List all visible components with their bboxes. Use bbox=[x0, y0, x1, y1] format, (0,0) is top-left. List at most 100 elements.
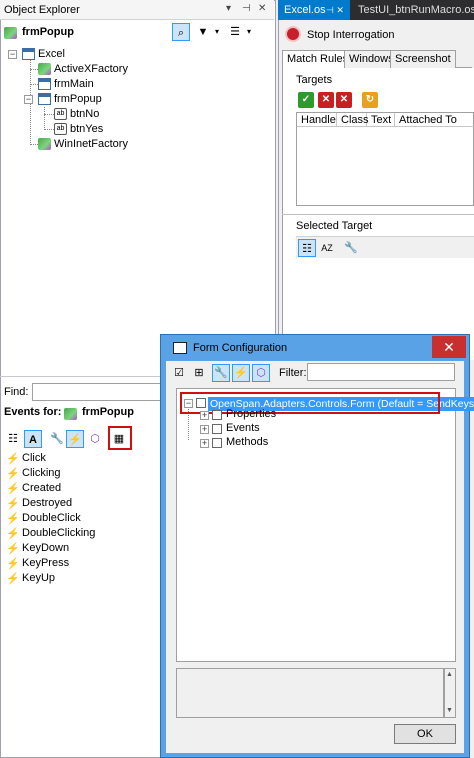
event-item[interactable]: ⚡ KeyDown bbox=[6, 542, 69, 557]
tab-label: TestUI_btnRunMacro.os* bbox=[358, 4, 474, 16]
expand-icon[interactable]: + bbox=[200, 411, 209, 420]
tree-node-btnno[interactable]: ab btnNo bbox=[52, 107, 252, 122]
collapse-icon[interactable]: − bbox=[8, 50, 17, 59]
column-header[interactable]: Handle bbox=[297, 113, 337, 127]
scroll-up-icon[interactable]: ▲ bbox=[446, 671, 453, 678]
column-header[interactable]: Text bbox=[367, 113, 395, 127]
events-toolbar: ☷ A 🔧 ⚡ ⬡ ▦ bbox=[4, 428, 164, 450]
event-item[interactable]: ⚡ Clicking bbox=[6, 467, 61, 482]
object-explorer-titlebar: Object Explorer ▾ ⊣ ✕ bbox=[0, 0, 274, 20]
scroll-down-icon[interactable]: ▼ bbox=[446, 707, 453, 714]
event-item[interactable]: ⚡ DoubleClick bbox=[6, 512, 81, 527]
object-explorer-header: frmPopup bbox=[22, 26, 74, 38]
ok-button[interactable]: OK bbox=[394, 724, 456, 744]
factory-icon bbox=[38, 138, 51, 150]
tree-node-frmpopup[interactable]: − frmPopup bbox=[22, 92, 222, 107]
expand-all-icon[interactable]: ⊞ bbox=[190, 364, 208, 382]
highlight-box bbox=[108, 426, 132, 450]
column-header[interactable]: Class bbox=[337, 113, 369, 127]
delete-icon[interactable]: ✕ bbox=[318, 92, 334, 108]
description-box bbox=[176, 668, 444, 718]
tab-testui-btnrunmacro[interactable]: TestUI_btnRunMacro.os* bbox=[352, 0, 474, 20]
event-bolt-icon: ⚡ bbox=[6, 483, 20, 495]
app-icon bbox=[22, 48, 35, 60]
checkbox-toggle-icon[interactable]: ☑ bbox=[170, 364, 188, 382]
tree-node-frmmain[interactable]: frmMain bbox=[36, 77, 236, 92]
event-label: Created bbox=[22, 482, 62, 494]
tab-excel-os[interactable]: Excel.os ⊣ ✕ bbox=[278, 0, 350, 20]
stop-interrogation-button[interactable]: Stop Interrogation bbox=[283, 24, 469, 46]
selected-target-label: Selected Target bbox=[296, 220, 373, 232]
pin-icon[interactable]: ⊣ bbox=[242, 3, 251, 14]
tab-match-rules[interactable]: Match Rules bbox=[282, 50, 354, 69]
dialog-titlebar: Form Configuration bbox=[161, 335, 469, 361]
column-header[interactable]: Attached To bbox=[395, 113, 474, 127]
divider bbox=[282, 214, 474, 215]
selected-target-toolbar: ☷ AZ 🔧 bbox=[296, 236, 474, 258]
event-item[interactable]: ⚡ KeyPress bbox=[6, 557, 69, 572]
form-icon bbox=[38, 93, 51, 105]
interrogator-tabs: Match Rules Windows Screenshot bbox=[282, 50, 472, 69]
search-icon[interactable]: ⌕ bbox=[172, 23, 190, 41]
checkbox[interactable] bbox=[212, 410, 222, 420]
events-for-target: frmPopup bbox=[82, 406, 134, 418]
form-icon bbox=[38, 78, 51, 90]
event-bolt-icon: ⚡ bbox=[6, 528, 20, 540]
wrench-icon[interactable]: 🔧 bbox=[342, 239, 360, 257]
filter-input[interactable] bbox=[307, 363, 455, 381]
tab-screenshot[interactable]: Screenshot bbox=[390, 50, 456, 68]
event-item[interactable]: ⚡ Destroyed bbox=[6, 497, 72, 512]
expand-icon[interactable]: + bbox=[200, 425, 209, 434]
event-item[interactable]: ⚡ Created bbox=[6, 482, 62, 497]
tab-label: Excel.os bbox=[284, 4, 326, 16]
sort-az-icon[interactable]: AZ bbox=[318, 239, 336, 257]
collapse-icon[interactable]: − bbox=[24, 95, 33, 104]
event-bolt-icon: ⚡ bbox=[6, 453, 20, 465]
methods-icon[interactable]: ⬡ bbox=[252, 364, 270, 382]
event-item[interactable]: ⚡ Click bbox=[6, 452, 46, 467]
tab-pin-close-icon[interactable]: ⊣ ✕ bbox=[326, 0, 344, 20]
categorized-icon[interactable]: ☷ bbox=[298, 239, 316, 257]
document-tabs: Excel.os ⊣ ✕ TestUI_btnRunMacro.os* bbox=[278, 0, 474, 20]
tree-node-properties[interactable]: Properties bbox=[226, 408, 276, 420]
event-item[interactable]: ⚡ KeyUp bbox=[6, 572, 56, 587]
tree-node-excel[interactable]: − Excel bbox=[6, 47, 206, 62]
tree-node-events[interactable]: Events bbox=[226, 422, 260, 434]
chevron-down-icon[interactable]: ▾ bbox=[240, 23, 258, 41]
methods-icon[interactable]: ⬡ bbox=[86, 430, 104, 448]
chevron-down-icon[interactable]: ▾ bbox=[208, 23, 226, 41]
expand-icon[interactable]: + bbox=[200, 439, 209, 448]
object-explorer-title: Object Explorer bbox=[4, 4, 80, 16]
check-icon[interactable]: ✓ bbox=[298, 92, 314, 108]
tree-node-label: frmMain bbox=[54, 78, 94, 90]
events-bolt-icon[interactable]: ⚡ bbox=[66, 430, 84, 448]
description-scrollbar[interactable]: ▲ ▼ bbox=[444, 668, 456, 718]
categorized-icon[interactable]: ☷ bbox=[4, 430, 22, 448]
targets-label: Targets bbox=[296, 74, 333, 86]
object-explorer-toolbar: frmPopup ⌕ ▼ ▾ ☰ ▾ bbox=[0, 22, 274, 44]
checkbox[interactable] bbox=[212, 438, 222, 448]
tree-node-methods[interactable]: Methods bbox=[226, 436, 268, 448]
event-label: DoubleClicking bbox=[22, 527, 96, 539]
tree-node-activexfactory[interactable]: ActiveXFactory bbox=[36, 62, 236, 77]
event-label: KeyUp bbox=[22, 572, 56, 584]
stop-target-icon bbox=[285, 26, 301, 42]
checkbox[interactable] bbox=[212, 424, 222, 434]
tree-node-btnyes[interactable]: ab btnYes bbox=[52, 122, 252, 137]
remove-all-icon[interactable]: ✕ bbox=[336, 92, 352, 108]
form-globe-icon bbox=[64, 408, 77, 420]
window-position-icon[interactable]: ▾ bbox=[226, 3, 231, 14]
tree-node-wininetfactory[interactable]: WinInetFactory bbox=[36, 137, 236, 152]
alphabetical-icon[interactable]: A bbox=[24, 430, 42, 448]
events-bolt-icon[interactable]: ⚡ bbox=[232, 364, 250, 382]
close-icon[interactable]: ✕ bbox=[258, 3, 266, 14]
refresh-icon[interactable]: ↻ bbox=[362, 92, 378, 108]
event-item[interactable]: ⚡ DoubleClicking bbox=[6, 527, 96, 542]
wrench-icon[interactable]: 🔧 bbox=[48, 430, 66, 448]
event-bolt-icon: ⚡ bbox=[6, 513, 20, 525]
button-control-icon: ab bbox=[54, 108, 67, 120]
event-label: Click bbox=[22, 452, 46, 464]
tree-node-label: Excel bbox=[38, 48, 65, 60]
wrench-icon[interactable]: 🔧 bbox=[212, 364, 230, 382]
close-button[interactable]: ✕ bbox=[432, 336, 466, 358]
